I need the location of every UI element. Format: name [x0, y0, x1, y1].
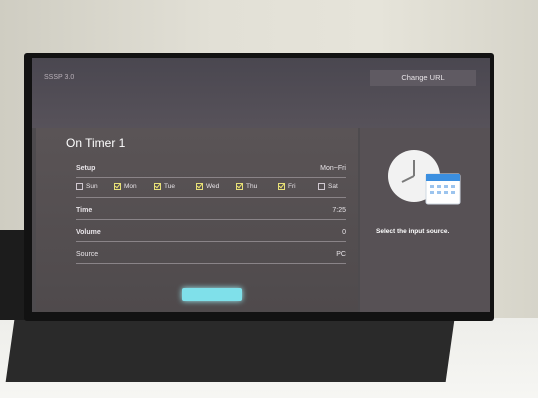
divider	[76, 219, 346, 220]
volume-label: Volume	[76, 229, 101, 236]
checkbox-icon	[318, 183, 325, 190]
help-text: Select the input source.	[376, 228, 450, 235]
day-label: Mon	[124, 183, 137, 191]
divider	[76, 241, 346, 242]
setup-label: Setup	[76, 165, 96, 172]
source-label: Source	[76, 251, 99, 258]
day-checkboxes: Sun Mon Tue Wed Thu Fri Sat	[76, 180, 346, 198]
divider	[76, 197, 346, 198]
checkbox-checked-icon	[278, 183, 285, 190]
time-value: 7:25	[332, 207, 346, 214]
day-label: Sun	[86, 183, 98, 191]
volume-value: 0	[342, 229, 346, 236]
day-label: Fri	[288, 183, 296, 191]
help-panel: Select the input source.	[360, 128, 490, 312]
day-label: Sat	[328, 183, 338, 191]
day-label: Thu	[246, 183, 258, 191]
app-label: SSSP 3.0	[44, 74, 75, 81]
day-label: Wed	[206, 183, 220, 191]
volume-row[interactable]: Volume 0	[76, 226, 346, 242]
change-url-button[interactable]: Change URL	[370, 70, 476, 86]
source-value: PC	[336, 251, 346, 258]
day-tue[interactable]: Tue	[154, 183, 175, 190]
confirm-button[interactable]	[182, 288, 242, 301]
source-row[interactable]: Source PC	[76, 248, 346, 264]
day-sun[interactable]: Sun	[76, 183, 98, 190]
divider	[76, 263, 346, 264]
setup-value: Mon~Fri	[320, 165, 346, 172]
day-mon[interactable]: Mon	[114, 183, 137, 190]
floor-mat	[5, 320, 455, 382]
top-bar: SSSP 3.0 Change URL	[32, 58, 490, 128]
clock-calendar-icon	[384, 144, 464, 214]
checkbox-checked-icon	[236, 183, 243, 190]
checkbox-checked-icon	[154, 183, 161, 190]
page-title: On Timer 1	[66, 136, 126, 150]
day-fri[interactable]: Fri	[278, 183, 296, 190]
setup-row[interactable]: Setup Mon~Fri	[76, 162, 346, 178]
timer-panel: On Timer 1 Setup Mon~Fri Sun Mon Tue Wed…	[36, 128, 358, 312]
day-sat[interactable]: Sat	[318, 183, 338, 190]
time-row[interactable]: Time 7:25	[76, 204, 346, 220]
time-label: Time	[76, 207, 93, 214]
day-thu[interactable]: Thu	[236, 183, 257, 190]
checkbox-checked-icon	[196, 183, 203, 190]
checkbox-icon	[76, 183, 83, 190]
day-wed[interactable]: Wed	[196, 183, 219, 190]
tv-screen: SSSP 3.0 Change URL On Timer 1 Setup Mon…	[32, 58, 490, 312]
divider	[76, 177, 346, 178]
day-label: Tue	[164, 183, 175, 191]
checkbox-checked-icon	[114, 183, 121, 190]
